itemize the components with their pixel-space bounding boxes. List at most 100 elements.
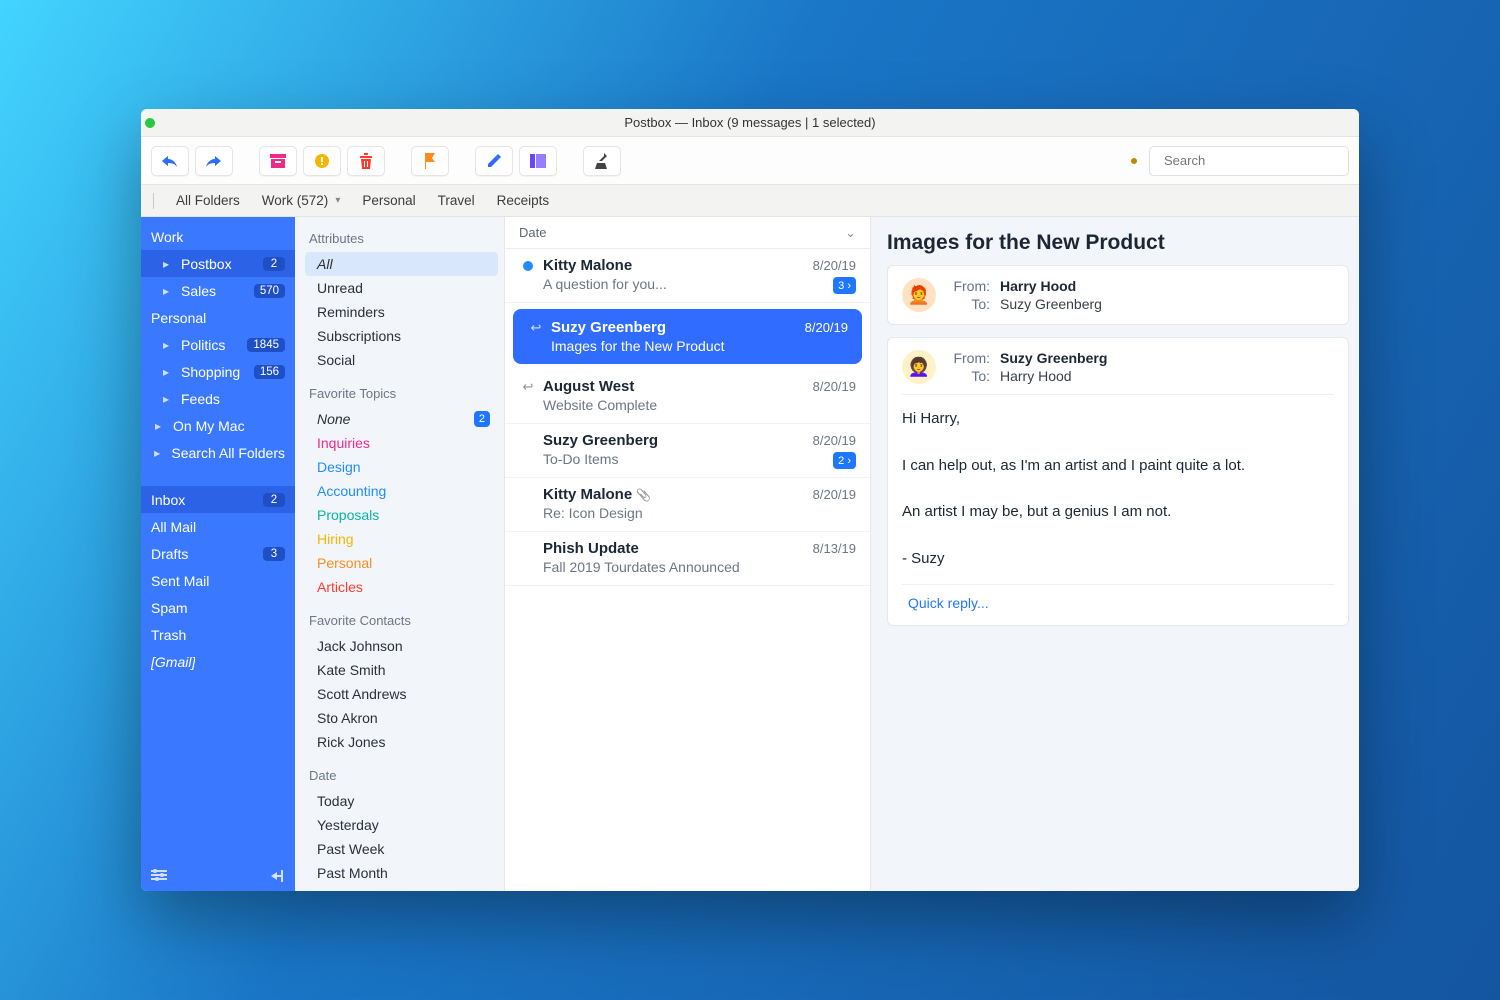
sidebar-mailbox-item[interactable]: Sent Mail (141, 567, 295, 594)
to-label: To: (946, 368, 990, 384)
sidebar-account-item[interactable]: ▸Sales570 (141, 277, 295, 304)
traffic-maximize-icon[interactable] (145, 118, 155, 128)
sidebar-account-header[interactable]: Work (141, 223, 295, 250)
sidebar-mailbox-item[interactable]: All Mail (141, 513, 295, 540)
delete-button[interactable] (347, 146, 385, 176)
sidebar-mailbox-item[interactable]: Spam (141, 594, 295, 621)
attribute-item[interactable]: Social (305, 348, 498, 372)
favorite-contacts-title: Favorite Contacts (309, 613, 498, 628)
search-field[interactable] (1149, 146, 1349, 176)
quick-reply-input[interactable]: Quick reply... (902, 584, 1334, 613)
from-value: Harry Hood (1000, 278, 1076, 294)
message-list-sort[interactable]: Date (519, 225, 546, 240)
sidebar-account-item[interactable]: ▸Feeds (141, 385, 295, 412)
conversation-header[interactable]: 🧑‍🦰 From:Harry Hood To:Suzy Greenberg (887, 265, 1349, 325)
reply-all-button[interactable] (151, 146, 189, 176)
attribute-item[interactable]: Reminders (305, 300, 498, 324)
folder-icon: ▸ (151, 446, 163, 460)
sidebar-mailbox-item[interactable]: [Gmail] (141, 648, 295, 675)
contact-item[interactable]: Jack Johnson (305, 634, 498, 658)
message-subject: Website Complete (543, 397, 856, 413)
topic-item[interactable]: Proposals (305, 503, 498, 527)
sidebar-mailbox-item[interactable]: Inbox2 (141, 486, 295, 513)
topic-item[interactable]: None2 (305, 407, 498, 431)
message-row[interactable]: ↩ Suzy Greenberg 8/20/19 Images for the … (513, 309, 862, 364)
attribute-item[interactable]: All (305, 252, 498, 276)
sidebar-account-item[interactable]: ▸Politics1845 (141, 331, 295, 358)
folder-icon: ▸ (159, 338, 173, 352)
tab-work[interactable]: Work (572) (262, 193, 341, 208)
topic-item[interactable]: Accounting (305, 479, 498, 503)
sidebar-account-header[interactable]: Personal (141, 304, 295, 331)
sync-status-icon (1131, 158, 1137, 164)
sidebar-account-item[interactable]: ▸Postbox2 (141, 250, 295, 277)
folder-icon: ▸ (159, 257, 173, 271)
folder-icon: ▸ (159, 284, 173, 298)
tab-all-folders[interactable]: All Folders (176, 193, 240, 208)
date-filter-item[interactable]: Yesterday (305, 813, 498, 837)
topic-item[interactable]: Design (305, 455, 498, 479)
sidebar-account-item[interactable]: ▸Search All Folders (141, 439, 295, 466)
message-sender: Phish Update (543, 540, 807, 557)
settings-icon[interactable] (151, 869, 167, 883)
sidebar-account-item[interactable]: ▸Shopping156 (141, 358, 295, 385)
chevron-down-icon[interactable]: ⌄ (845, 225, 856, 241)
topic-item[interactable]: Personal (305, 551, 498, 575)
from-value: Suzy Greenberg (1000, 350, 1107, 366)
tab-personal[interactable]: Personal (362, 193, 415, 208)
toolbar (141, 137, 1359, 185)
attribute-item[interactable]: Unread (305, 276, 498, 300)
status-icon (519, 261, 537, 271)
tab-travel[interactable]: Travel (438, 193, 475, 208)
contact-item[interactable]: Kate Smith (305, 658, 498, 682)
collapse-icon[interactable] (271, 869, 285, 883)
clean-button[interactable] (583, 146, 621, 176)
message-row[interactable]: Kitty Malone 8/20/19 Re: Icon Design (505, 478, 870, 532)
contacts-button[interactable] (519, 146, 557, 176)
count-badge: 570 (254, 284, 285, 298)
tabbar: All Folders Work (572) Personal Travel R… (141, 185, 1359, 217)
message-sender: Suzy Greenberg (551, 319, 799, 336)
thread-count-badge: 3 › (833, 277, 856, 294)
date-filter-item[interactable]: Past Month (305, 861, 498, 885)
contact-item[interactable]: Sto Akron (305, 706, 498, 730)
to-value: Harry Hood (1000, 368, 1072, 384)
contact-item[interactable]: Rick Jones (305, 730, 498, 754)
message-row[interactable]: Phish Update 8/13/19 Fall 2019 Tourdates… (505, 532, 870, 586)
spam-button[interactable] (303, 146, 341, 176)
flag-button[interactable] (411, 146, 449, 176)
tab-receipts[interactable]: Receipts (497, 193, 550, 208)
message-date: 8/20/19 (813, 258, 856, 273)
sidebar-mailbox-item[interactable]: Trash (141, 621, 295, 648)
search-input[interactable] (1164, 153, 1340, 168)
sidebar-account-item[interactable]: ▸On My Mac (141, 412, 295, 439)
message-row[interactable]: ↩ August West 8/20/19 Website Complete (505, 370, 870, 424)
message-date: 8/20/19 (805, 320, 848, 335)
message-subject: Fall 2019 Tourdates Announced (543, 559, 856, 575)
favorite-topics-title: Favorite Topics (309, 386, 498, 401)
message-row[interactable]: Suzy Greenberg 8/20/19 To-Do Items2 › (505, 424, 870, 478)
message-sender: Kitty Malone (543, 257, 807, 274)
topic-item[interactable]: Inquiries (305, 431, 498, 455)
archive-button[interactable] (259, 146, 297, 176)
date-filter-item[interactable]: Today (305, 789, 498, 813)
count-badge: 2 (263, 493, 285, 507)
sidebar-mailbox-item[interactable]: Drafts3 (141, 540, 295, 567)
topic-item[interactable]: Articles (305, 575, 498, 599)
window-title: Postbox — Inbox (9 messages | 1 selected… (624, 115, 875, 130)
sidebar: Work▸Postbox2▸Sales570Personal▸Politics1… (141, 217, 295, 891)
message-row[interactable]: Kitty Malone 8/20/19 A question for you.… (505, 249, 870, 303)
topic-item[interactable]: Hiring (305, 527, 498, 551)
message-sender: August West (543, 378, 807, 395)
attribute-item[interactable]: Subscriptions (305, 324, 498, 348)
contact-item[interactable]: Scott Andrews (305, 682, 498, 706)
status-icon: ↩ (519, 379, 537, 395)
folder-icon: ▸ (159, 392, 173, 406)
count-badge: 3 (263, 547, 285, 561)
date-filter-item[interactable]: Past Week (305, 837, 498, 861)
count-badge: 2 (474, 411, 490, 427)
count-badge: 1845 (247, 338, 285, 352)
forward-button[interactable] (195, 146, 233, 176)
message-title: Images for the New Product (887, 231, 1349, 255)
compose-button[interactable] (475, 146, 513, 176)
